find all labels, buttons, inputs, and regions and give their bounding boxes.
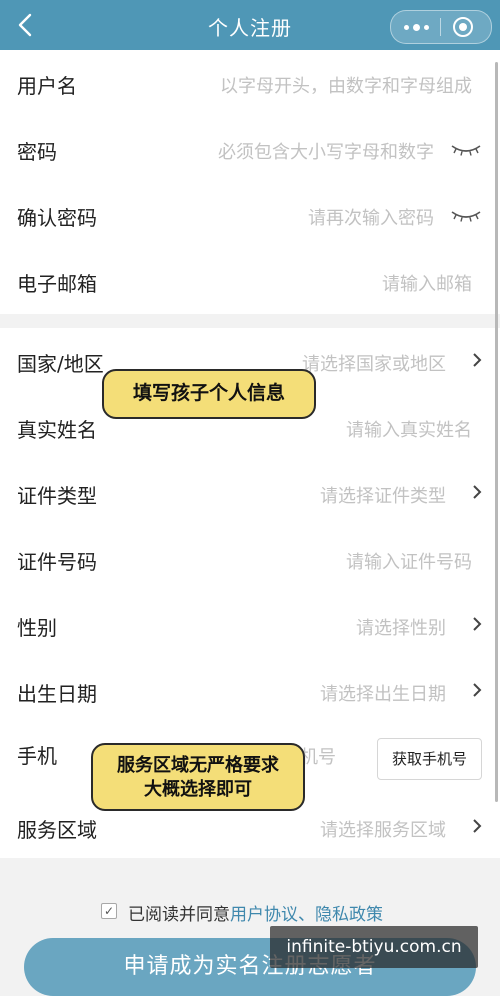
more-dots-icon[interactable] (401, 19, 431, 35)
chevron-right-icon (473, 353, 482, 367)
chevron-right-icon (473, 485, 482, 499)
id-type-select[interactable]: 请选择证件类型 (320, 482, 446, 508)
password-input[interactable]: 必须包含大小写字母和数字 (218, 138, 434, 164)
id-type-label: 证件类型 (17, 484, 97, 508)
agreement-text: 已阅读并同意用户协议、隐私政策 (128, 900, 383, 925)
account-section: 用户名 以字母开头，由数字和字母组成 密码 必须包含大小写字母和数字 确认密码 … (0, 50, 500, 314)
confirm-password-row[interactable]: 确认密码 请再次输入密码 (0, 182, 500, 248)
annotation-line: 服务区域无严格要求 (117, 755, 279, 776)
real-name-label: 真实姓名 (17, 418, 97, 442)
annotation-line: 大概选择即可 (144, 779, 252, 800)
birthdate-row[interactable]: 出生日期 请选择出生日期 (0, 658, 500, 724)
get-phone-number-button[interactable]: 获取手机号 (377, 738, 482, 780)
miniapp-capsule (390, 10, 492, 44)
annotation-bubble: 服务区域无严格要求 大概选择即可 (91, 743, 305, 811)
scrollbar[interactable] (495, 62, 498, 802)
privacy-policy-link[interactable]: 隐私政策 (315, 905, 383, 925)
agreement-prefix: 已阅读并同意 (128, 905, 230, 925)
watermark: infinite-btiyu.com.cn (270, 926, 478, 968)
birthdate-select[interactable]: 请选择出生日期 (320, 680, 446, 706)
id-number-input[interactable]: 请输入证件号码 (346, 548, 472, 574)
miniapp-close-icon[interactable] (453, 17, 473, 37)
phone-input[interactable]: 机号 (300, 743, 336, 769)
gender-select[interactable]: 请选择性别 (356, 614, 446, 640)
username-label: 用户名 (17, 74, 77, 98)
chevron-right-icon (473, 819, 482, 833)
phone-label: 手机 (17, 744, 57, 768)
id-number-row[interactable]: 证件号码 请输入证件号码 (0, 526, 500, 592)
nav-bar: 个人注册 (0, 0, 500, 50)
email-label: 电子邮箱 (17, 272, 97, 296)
service-area-select[interactable]: 请选择服务区域 (320, 816, 446, 842)
check-icon: ✓ (104, 904, 115, 918)
capsule-divider (440, 18, 441, 36)
birthdate-label: 出生日期 (17, 682, 97, 706)
confirm-password-label: 确认密码 (17, 206, 97, 230)
password-row[interactable]: 密码 必须包含大小写字母和数字 (0, 116, 500, 182)
email-input[interactable]: 请输入邮箱 (382, 270, 472, 296)
gender-row[interactable]: 性别 请选择性别 (0, 592, 500, 658)
user-agreement-link[interactable]: 用户协议 (230, 905, 298, 925)
chevron-right-icon (473, 683, 482, 697)
password-label: 密码 (17, 140, 57, 164)
annotation-bubble: 填写孩子个人信息 (102, 369, 316, 419)
chevron-right-icon (473, 617, 482, 631)
service-area-label: 服务区域 (17, 818, 97, 842)
email-row[interactable]: 电子邮箱 请输入邮箱 (0, 248, 500, 314)
eye-closed-icon[interactable] (450, 208, 482, 224)
country-select[interactable]: 请选择国家或地区 (302, 350, 446, 376)
username-row[interactable]: 用户名 以字母开头，由数字和字母组成 (0, 50, 500, 116)
id-number-label: 证件号码 (17, 550, 97, 574)
agreement-separator: 、 (298, 905, 315, 925)
eye-closed-icon[interactable] (450, 142, 482, 158)
agreement-row: ✓ 已阅读并同意用户协议、隐私政策 (0, 897, 500, 927)
agreement-checkbox[interactable]: ✓ (101, 903, 117, 919)
country-label: 国家/地区 (17, 352, 104, 376)
confirm-password-input[interactable]: 请再次输入密码 (308, 204, 434, 230)
real-name-input[interactable]: 请输入真实姓名 (346, 416, 472, 442)
gender-label: 性别 (17, 616, 57, 640)
id-type-row[interactable]: 证件类型 请选择证件类型 (0, 460, 500, 526)
username-input[interactable]: 以字母开头，由数字和字母组成 (220, 72, 472, 98)
